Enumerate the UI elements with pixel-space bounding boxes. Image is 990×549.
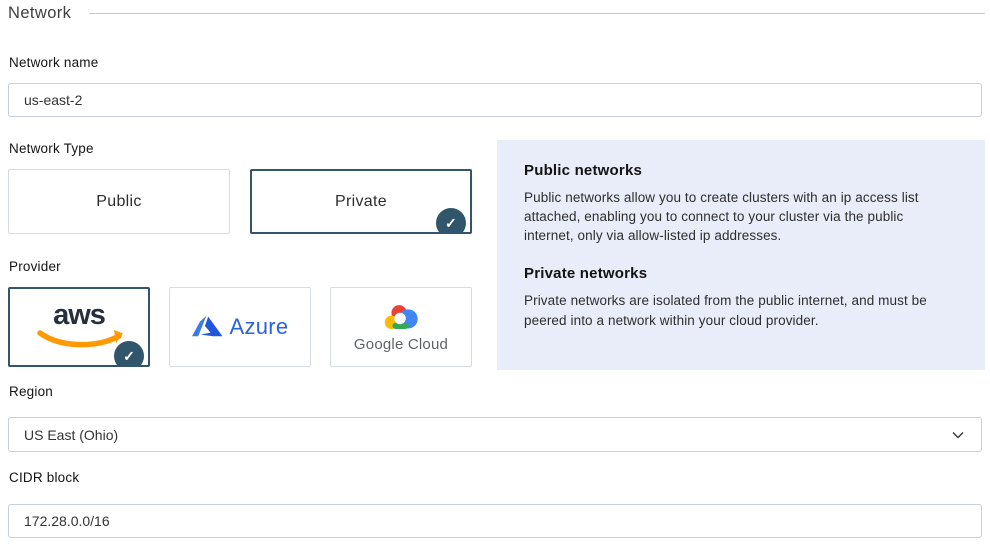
region-selected-value: US East (Ohio) [24, 427, 118, 443]
section-divider [89, 13, 985, 14]
checkmark-icon: ✓ [436, 208, 466, 234]
azure-logo-text: Azure [230, 314, 289, 340]
network-type-option-private-label: Private [335, 193, 387, 211]
info-title-private-networks: Private networks [524, 265, 955, 282]
aws-smile-arrow-icon [35, 330, 123, 350]
azure-mark-icon [192, 315, 223, 339]
region-select[interactable]: US East (Ohio) [8, 417, 982, 452]
section-title: Network [8, 4, 71, 23]
info-title-public-networks: Public networks [524, 162, 955, 179]
network-name-input[interactable] [8, 83, 982, 117]
checkmark-icon: ✓ [114, 341, 144, 367]
network-type-option-public-label: Public [96, 193, 141, 211]
provider-option-aws[interactable]: aws ✓ [8, 287, 150, 367]
network-type-option-private[interactable]: Private ✓ [250, 169, 472, 234]
network-type-label: Network Type [9, 141, 94, 156]
info-body-private-networks: Private networks are isolated from the p… [524, 291, 955, 329]
provider-option-google-cloud[interactable]: Google Cloud [330, 287, 472, 367]
network-name-label: Network name [9, 55, 98, 70]
google-cloud-mark-icon [380, 302, 422, 333]
google-cloud-logo-text: Google Cloud [354, 336, 448, 353]
aws-logo-text: aws [53, 301, 105, 330]
cidr-block-input[interactable] [8, 504, 982, 538]
azure-logo-icon: Azure [192, 314, 289, 340]
provider-option-azure[interactable]: Azure [169, 287, 311, 367]
cidr-block-label: CIDR block [9, 470, 79, 485]
network-info-panel: Public networks Public networks allow yo… [497, 140, 985, 370]
info-body-public-networks: Public networks allow you to create clus… [524, 188, 955, 245]
section-header: Network [8, 4, 985, 23]
chevron-down-icon [952, 431, 964, 439]
aws-logo-icon: aws [35, 301, 123, 350]
google-cloud-logo-icon: Google Cloud [354, 302, 448, 353]
provider-label: Provider [9, 259, 61, 274]
region-label: Region [9, 384, 53, 399]
network-type-option-public[interactable]: Public [8, 169, 230, 234]
